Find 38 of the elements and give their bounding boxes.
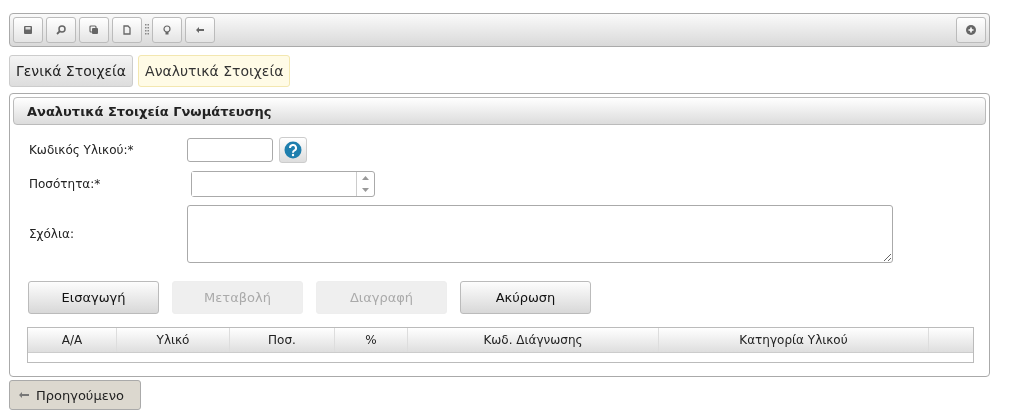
column-header: Κωδ. Διάγνωσης [408, 328, 659, 352]
down-arrow-icon [362, 188, 369, 192]
column-header: % [335, 328, 408, 352]
up-arrow-icon [362, 176, 369, 180]
column-header: Ποσ. [230, 328, 335, 352]
toolbar-button[interactable] [152, 17, 182, 43]
document-icon [122, 25, 132, 35]
toolbar-button[interactable] [46, 17, 76, 43]
spinner-control[interactable] [191, 171, 375, 197]
help-button[interactable] [279, 137, 307, 163]
toolbar-button[interactable] [956, 17, 986, 43]
grip-icon [145, 24, 149, 36]
toolbar-button[interactable] [112, 17, 142, 43]
panel-title: Αναλυτικά Στοιχεία Γνωμάτευσης [13, 97, 986, 125]
input-field[interactable] [187, 138, 273, 162]
arrow-icon [19, 391, 29, 399]
field-label: Σχόλια: [29, 227, 75, 241]
save-icon [23, 25, 33, 35]
arrow-icon [195, 25, 205, 35]
help-icon [284, 141, 302, 159]
action-button[interactable]: Ακύρωση [460, 281, 591, 314]
toolbar-button[interactable] [13, 17, 43, 43]
column-header: Κατηγορία Υλικού [659, 328, 929, 352]
toolbar-button[interactable] [185, 17, 215, 43]
bulb-icon [162, 25, 172, 35]
comments-field[interactable] [187, 205, 893, 263]
search-icon [56, 25, 66, 35]
back-button[interactable]: Προηγούμενο [9, 380, 141, 410]
column-header: Υλικό [117, 328, 230, 352]
field-label: Ποσότητα:* [29, 177, 102, 191]
field-label: Κωδικός Υλικού:* [29, 143, 135, 157]
tab[interactable]: Αναλυτικά Στοιχεία [138, 55, 291, 87]
tab[interactable]: Γενικά Στοιχεία [9, 55, 134, 87]
toolbar-button[interactable] [79, 17, 109, 43]
column-header: Α/Α [28, 328, 117, 352]
add-icon [966, 25, 976, 35]
copy-icon [89, 25, 99, 35]
action-button[interactable]: Εισαγωγή [28, 281, 159, 314]
